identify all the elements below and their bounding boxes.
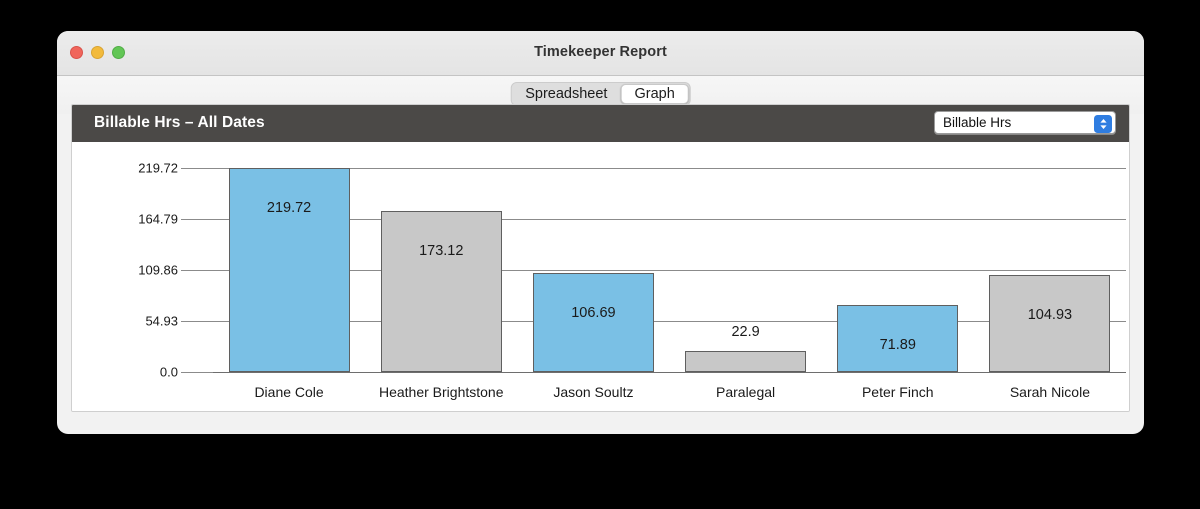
bar-value-label: 22.9: [731, 323, 760, 340]
chart-panel: Billable Hrs – All Dates Billable Hrs 0.…: [71, 104, 1130, 412]
y-tick-mark: [181, 168, 213, 169]
plot-region: 0.0 54.93 109.86 164.79 219.72 219.72 173.12 1…: [72, 142, 1129, 411]
y-tick-mark: [181, 321, 213, 322]
y-tick-mark: [181, 372, 213, 373]
y-tick-label: 0.0: [159, 364, 178, 380]
metric-popup-value: Billable Hrs: [943, 115, 1012, 130]
gridline: [213, 270, 1126, 271]
bar[interactable]: [380, 211, 502, 372]
tab-spreadsheet[interactable]: Spreadsheet: [512, 84, 620, 104]
bar-value-label: 219.72: [266, 200, 312, 216]
bar-value-label: 173.12: [419, 243, 464, 260]
y-tick-mark: [181, 270, 213, 271]
window-title: Timekeeper Report: [534, 44, 667, 60]
y-tick-label: 54.93: [145, 313, 178, 329]
chart-title: Billable Hrs – All Dates: [94, 114, 265, 131]
bar-value-label: 106.69: [571, 304, 616, 321]
y-tick-label: 109.86: [138, 262, 178, 278]
bar[interactable]: [989, 274, 1111, 372]
bar[interactable]: [532, 272, 654, 372]
gridline: [213, 219, 1126, 220]
y-axis: 0.0 54.93 109.86 164.79 219.72: [72, 142, 213, 411]
x-axis-category-label: Sarah Nicole: [1009, 384, 1090, 400]
y-tick-label: 164.79: [138, 211, 178, 227]
view-mode-segmented-control[interactable]: Spreadsheet Graph: [510, 82, 691, 106]
y-tick-mark: [181, 219, 213, 220]
window-titlebar: Timekeeper Report: [57, 31, 1144, 76]
x-axis-baseline: [213, 372, 1126, 373]
app-window: Timekeeper Report Spreadsheet Graph Bill…: [57, 31, 1144, 434]
tab-graph[interactable]: Graph: [620, 84, 689, 104]
y-tick-label: 219.72: [138, 160, 178, 176]
bar-value-label: 104.93: [1027, 306, 1073, 323]
plot-area: 219.72 173.12 106.69 22.9 71.89 104.93: [213, 168, 1126, 373]
gridline: [213, 168, 1126, 169]
metric-popup-button[interactable]: Billable Hrs: [934, 111, 1116, 134]
bar-value-label: 71.89: [879, 337, 916, 354]
chevron-up-down-icon[interactable]: [1094, 114, 1112, 133]
bar[interactable]: [685, 350, 807, 372]
bar[interactable]: [228, 168, 350, 372]
chart-panel-header: Billable Hrs – All Dates Billable Hrs: [72, 105, 1129, 142]
